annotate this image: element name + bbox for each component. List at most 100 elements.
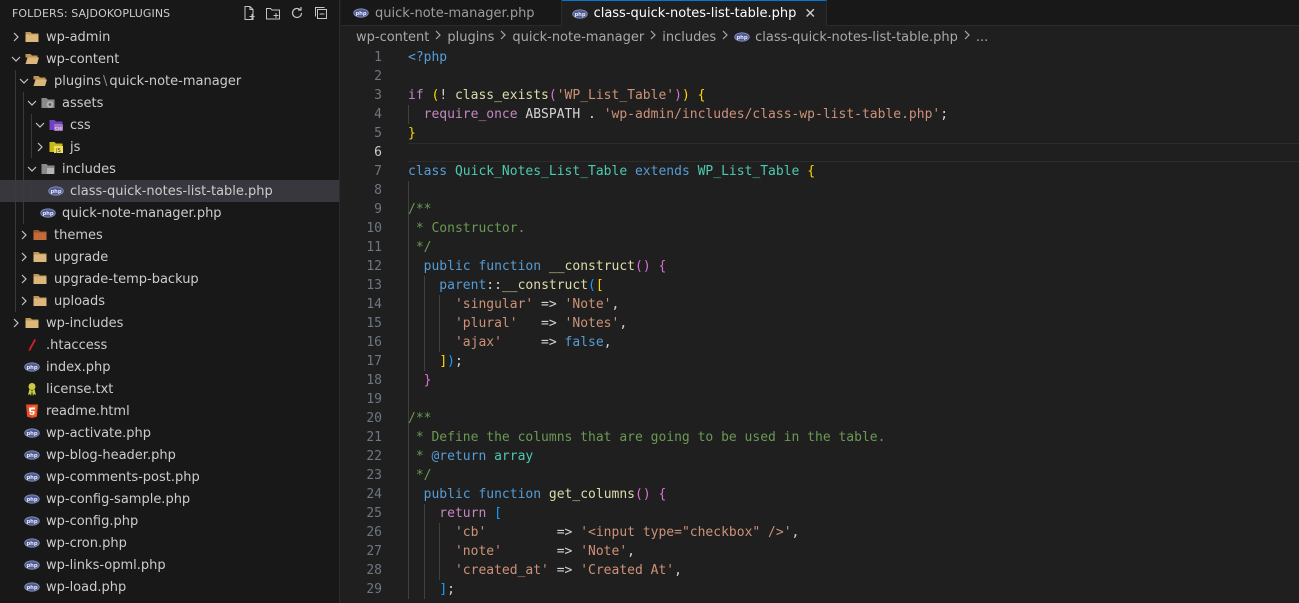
tree-file-wp-blog-header-php[interactable]: php wp-blog-header.php bbox=[0, 444, 339, 466]
code-line[interactable]: 27 'note' => 'Note', bbox=[341, 542, 1299, 561]
tree-file-htaccess[interactable]: .htaccess bbox=[0, 334, 339, 356]
tree-file-wp-activate-php[interactable]: php wp-activate.php bbox=[0, 422, 339, 444]
editor-tab[interactable]: php class-quick-notes-list-table.php ✕ bbox=[561, 0, 828, 26]
code-line[interactable]: 25 return [ bbox=[341, 504, 1299, 523]
tree-folder-wp-content[interactable]: wp-content bbox=[0, 48, 339, 70]
breadcrumb-item[interactable]: plugins bbox=[447, 30, 494, 45]
code-line[interactable]: 10 * Constructor. bbox=[341, 219, 1299, 238]
code-line[interactable]: 21 * Define the columns that are going t… bbox=[341, 428, 1299, 447]
svg-text:php: php bbox=[26, 541, 37, 547]
code-line[interactable]: 20 /** bbox=[341, 409, 1299, 428]
code-line[interactable]: 19 bbox=[341, 390, 1299, 409]
tree-folder-wp-includes[interactable]: wp-includes bbox=[0, 312, 339, 334]
tree-folder-upgrade-temp-backup[interactable]: upgrade-temp-backup bbox=[0, 268, 339, 290]
breadcrumb-item[interactable]: class-quick-notes-list-table.php bbox=[755, 30, 958, 45]
chevron-down-icon[interactable] bbox=[8, 51, 24, 67]
tree-file-wp-comments-post-php[interactable]: php wp-comments-post.php bbox=[0, 466, 339, 488]
new-folder-icon[interactable] bbox=[265, 5, 281, 21]
breadcrumb-item[interactable]: wp-content bbox=[356, 30, 429, 45]
tree-folder-plugins[interactable]: plugins \ quick-note-manager bbox=[0, 70, 339, 92]
code-line[interactable]: 5} bbox=[341, 124, 1299, 143]
code-token: array bbox=[494, 449, 534, 464]
code-line[interactable]: 8 bbox=[341, 181, 1299, 200]
indent-guide bbox=[23, 158, 24, 180]
code-line[interactable]: 23 */ bbox=[341, 466, 1299, 485]
tree-file-quick-note-manager-php[interactable]: php quick-note-manager.php bbox=[0, 202, 339, 224]
code-line[interactable]: 29 ]; bbox=[341, 580, 1299, 599]
tree-folder-upgrade[interactable]: upgrade bbox=[0, 246, 339, 268]
code-line[interactable]: 16 'ajax' => false, bbox=[341, 333, 1299, 352]
code-line[interactable]: 22 * @return array bbox=[341, 447, 1299, 466]
tree-file-wp-links-opml-php[interactable]: php wp-links-opml.php bbox=[0, 554, 339, 576]
refresh-icon[interactable] bbox=[289, 5, 305, 21]
code-line[interactable]: 6 bbox=[341, 143, 1299, 162]
code-token: { bbox=[658, 487, 667, 502]
code-line[interactable]: 28 'created_at' => 'Created At', bbox=[341, 561, 1299, 580]
chevron-down-icon[interactable] bbox=[32, 117, 48, 133]
code-line[interactable]: 2 bbox=[341, 67, 1299, 86]
line-number: 14 bbox=[366, 297, 382, 312]
code-text: 'plural' => 'Notes', bbox=[408, 314, 627, 333]
chevron-right-icon[interactable] bbox=[32, 139, 48, 155]
code-line[interactable]: 18 } bbox=[341, 371, 1299, 390]
code-token: public bbox=[408, 487, 479, 502]
code-line[interactable]: 4 require_once ABSPATH . 'wp-admin/inclu… bbox=[341, 105, 1299, 124]
code-line[interactable]: 7 class Quick_Notes_List_Table extends WP… bbox=[341, 162, 1299, 181]
code-line[interactable]: 12 public function __construct() { bbox=[341, 257, 1299, 276]
tree-folder-uploads[interactable]: uploads bbox=[0, 290, 339, 312]
chevron-right-icon[interactable] bbox=[8, 29, 24, 45]
tree-file-license-txt[interactable]: license.txt bbox=[0, 378, 339, 400]
tree-folder-assets[interactable]: assets bbox=[0, 92, 339, 114]
tree-file-wp-config-sample-php[interactable]: php wp-config-sample.php bbox=[0, 488, 339, 510]
chevron-down-icon[interactable] bbox=[24, 95, 40, 111]
tree-folder-includes[interactable]: includes bbox=[0, 158, 339, 180]
tree-item-label: wp-includes bbox=[46, 315, 124, 331]
chevron-down-icon[interactable] bbox=[16, 73, 32, 89]
tree-file-wp-cron-php[interactable]: php wp-cron.php bbox=[0, 532, 339, 554]
code-line[interactable]: 3 if (! class_exists('WP_List_Table')) { bbox=[341, 86, 1299, 105]
editor-tab[interactable]: php quick-note-manager.php bbox=[341, 0, 562, 26]
code-editor[interactable]: 1 <?php 2 3 if (! class_exists('WP_List_Tabl… bbox=[341, 48, 1299, 603]
code-line[interactable]: 14 'singular' => 'Note', bbox=[341, 295, 1299, 314]
tree-file-wp-load-php[interactable]: php wp-load.php bbox=[0, 576, 339, 598]
chevron-right-icon[interactable] bbox=[16, 293, 32, 309]
code-line[interactable]: 15 'plural' => 'Notes', bbox=[341, 314, 1299, 333]
code-line[interactable]: 9 /** bbox=[341, 200, 1299, 219]
tree-folder-themes[interactable]: themes bbox=[0, 224, 339, 246]
new-file-icon[interactable] bbox=[241, 5, 257, 21]
code-line[interactable]: 17 ]); bbox=[341, 352, 1299, 371]
code-token: if bbox=[408, 88, 432, 103]
code-line[interactable]: 13 parent::__construct([ bbox=[341, 276, 1299, 295]
code-token: __construct bbox=[501, 278, 589, 293]
code-line[interactable]: 1 <?php bbox=[341, 48, 1299, 67]
close-icon[interactable]: ✕ bbox=[804, 6, 816, 22]
svg-text:php: php bbox=[26, 519, 37, 525]
chevron-right-icon[interactable] bbox=[16, 271, 32, 287]
tree-file-index-php[interactable]: php index.php bbox=[0, 356, 339, 378]
tree-folder-js[interactable]: JS js bbox=[0, 136, 339, 158]
tree-folder-css[interactable]: css css bbox=[0, 114, 339, 136]
chevron-down-icon[interactable] bbox=[24, 161, 40, 177]
tree-item-label: wp-content bbox=[46, 51, 120, 67]
breadcrumb-item[interactable]: quick-note-manager bbox=[512, 30, 644, 45]
collapse-all-icon[interactable] bbox=[313, 5, 329, 21]
svg-text:php: php bbox=[42, 211, 53, 217]
tree-folder-wp-admin[interactable]: wp-admin bbox=[0, 26, 339, 48]
breadcrumb-item[interactable]: ... bbox=[976, 30, 988, 45]
breadcrumb-item[interactable]: includes bbox=[662, 30, 716, 45]
chevron-right-icon bbox=[498, 29, 508, 45]
chevron-right-icon[interactable] bbox=[16, 227, 32, 243]
code-line[interactable]: 24 public function get_columns() { bbox=[341, 485, 1299, 504]
line-number: 27 bbox=[366, 544, 382, 559]
tree-item-label: includes bbox=[62, 161, 116, 177]
tree-item-label: index.php bbox=[46, 359, 111, 375]
chevron-right-icon[interactable] bbox=[8, 315, 24, 331]
tree-file-class-quick-notes-list-table-php[interactable]: php class-quick-notes-list-table.php bbox=[0, 180, 339, 202]
code-line[interactable]: 11 */ bbox=[341, 238, 1299, 257]
code-line[interactable]: 26 'cb' => '<input type="checkbox" />', bbox=[341, 523, 1299, 542]
tree-file-wp-config-php[interactable]: php wp-config.php bbox=[0, 510, 339, 532]
chevron-right-icon[interactable] bbox=[16, 249, 32, 265]
tree-file-readme-html[interactable]: readme.html bbox=[0, 400, 339, 422]
